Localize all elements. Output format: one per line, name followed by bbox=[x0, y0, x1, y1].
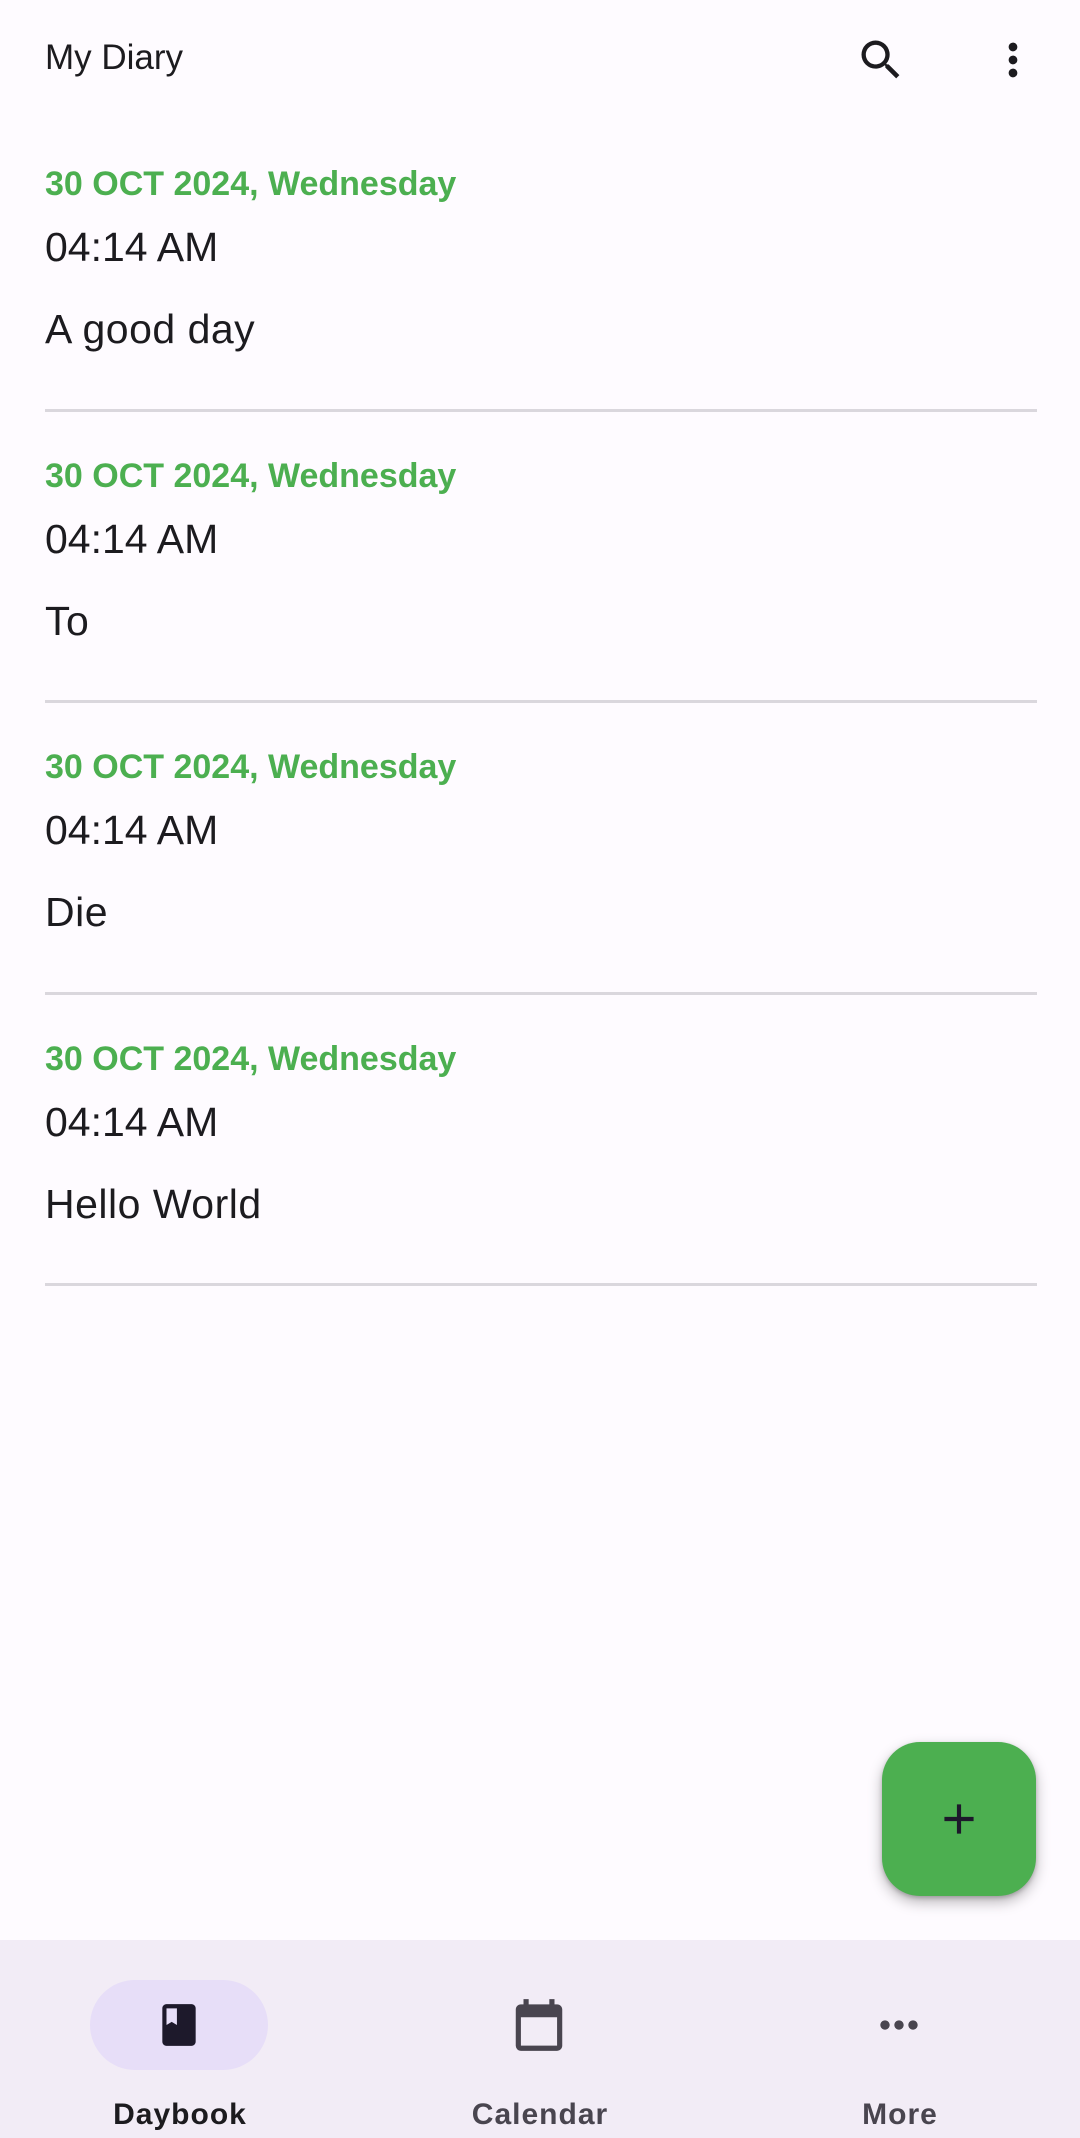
nav-item-calendar[interactable]: Calendar bbox=[360, 1940, 720, 2138]
book-icon bbox=[162, 2004, 196, 2046]
plus-icon bbox=[944, 1804, 974, 1834]
nav-label-daybook: Daybook bbox=[113, 2098, 247, 2131]
more-horiz-icon bbox=[880, 2020, 918, 2030]
nav-label-more: More bbox=[862, 2098, 938, 2131]
active-indicator bbox=[90, 1980, 268, 2070]
entry-text: A good day bbox=[45, 306, 256, 352]
entry-text: To bbox=[45, 597, 90, 644]
entry-date: 30 OCT 2024, Wednesday bbox=[45, 165, 457, 203]
top-app-bar: My Diary bbox=[0, 0, 1080, 120]
search-icon bbox=[861, 40, 900, 79]
app-title: My Diary bbox=[45, 38, 184, 77]
entry-date: 30 OCT 2024, Wednesday bbox=[45, 1039, 457, 1078]
diary-entry[interactable]: 30 OCT 2024, Wednesday 04:14 AM Hello Wo… bbox=[45, 995, 1037, 1286]
diary-app: My Diary 30 OCT 2024, Wednesday 04:14 AM… bbox=[0, 0, 1080, 2138]
entry-time: 04:14 AM bbox=[45, 224, 219, 270]
nav-item-daybook[interactable]: Daybook bbox=[0, 1940, 360, 2138]
nav-icon-container bbox=[450, 1980, 628, 2070]
search-button[interactable] bbox=[836, 15, 926, 105]
bottom-navigation: Daybook Calendar More bbox=[0, 1940, 1080, 2138]
diary-entry[interactable]: 30 OCT 2024, Wednesday 04:14 AM A good d… bbox=[45, 120, 1037, 412]
entry-text: Die bbox=[45, 889, 109, 935]
entry-text: Hello World bbox=[45, 1180, 262, 1227]
entry-date: 30 OCT 2024, Wednesday bbox=[45, 456, 457, 495]
entry-time: 04:14 AM bbox=[45, 807, 219, 853]
diary-entry-list: 30 OCT 2024, Wednesday 04:14 AM A good d… bbox=[45, 120, 1037, 1286]
more-vert-icon bbox=[1008, 42, 1018, 78]
add-entry-button[interactable] bbox=[882, 1742, 1036, 1896]
entry-date: 30 OCT 2024, Wednesday bbox=[45, 748, 457, 786]
diary-entry[interactable]: 30 OCT 2024, Wednesday 04:14 AM Die bbox=[45, 703, 1037, 995]
nav-item-more[interactable]: More bbox=[720, 1940, 1080, 2138]
entry-time: 04:14 AM bbox=[45, 1098, 219, 1145]
overflow-menu-button[interactable] bbox=[968, 15, 1058, 105]
calendar-icon bbox=[515, 1999, 563, 2051]
nav-label-calendar: Calendar bbox=[471, 2098, 609, 2131]
diary-entry[interactable]: 30 OCT 2024, Wednesday 04:14 AM To bbox=[45, 412, 1037, 703]
nav-icon-container bbox=[810, 1980, 988, 2070]
entry-time: 04:14 AM bbox=[45, 515, 219, 562]
